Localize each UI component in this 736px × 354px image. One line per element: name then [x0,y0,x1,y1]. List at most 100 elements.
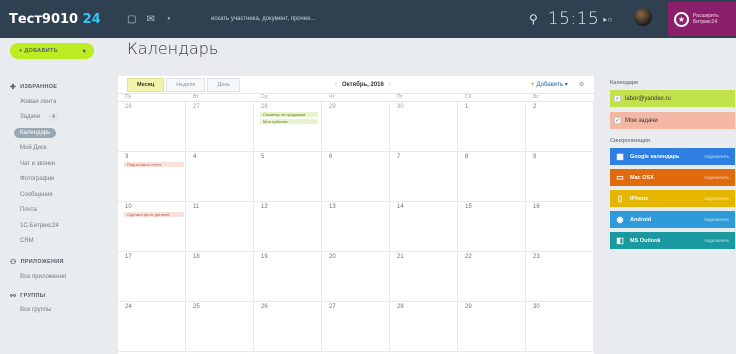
clock-play-icon[interactable]: ▸○ [603,15,612,24]
day-cell[interactable]: 27 [186,102,254,152]
connect-link[interactable]: подключить [704,196,729,201]
day-number: 9 [533,154,537,160]
chevron-left-icon[interactable]: ‹ [335,82,337,88]
day-cell[interactable]: 16 [526,202,594,252]
sidebar-item-chat[interactable]: Чат и звонки [0,156,112,172]
day-cell[interactable]: 30 [390,102,458,152]
day-cell[interactable]: 5 [254,152,322,202]
apps-header[interactable]: ⚇ ПРИЛОЖЕНИЯ [0,255,112,269]
day-number: 30 [533,304,540,310]
day-number: 24 [125,304,132,310]
tab-day[interactable]: День [207,77,241,92]
day-cell[interactable]: 24 [118,302,186,352]
sync-google[interactable]: ▦ Google календарь подключить [610,148,735,165]
calendar-event[interactable]: Сделать фото деталей [124,212,184,217]
sidebar-item-tasks[interactable]: Задачи 4 [0,110,112,126]
day-cell[interactable]: 26 [254,302,322,352]
gear-icon[interactable]: ⚙ [579,81,584,88]
sidebar-item-calendar[interactable]: Календарь [0,125,112,141]
day-cell[interactable]: 17 [118,252,186,302]
day-cell[interactable]: 28 Семинар по продажам Моя событие [254,102,322,152]
connect-link[interactable]: подключить [704,154,729,159]
day-number: 30 [397,104,404,110]
sidebar-item-label: Все приложения [20,273,67,280]
favorites-header[interactable]: ✚ ИЗБРАННОЕ [0,80,112,94]
day-cell[interactable]: 4 [186,152,254,202]
day-cell[interactable]: 3 Подготовить отчет [118,152,186,202]
tab-week[interactable]: Неделя [166,77,206,92]
calendar-event[interactable]: Семинар по продажам [260,112,318,117]
sidebar-item-disk[interactable]: Мой Диск [0,141,112,157]
month-label: Октябрь, 2016 [342,81,384,88]
extend-button[interactable]: ★ Расширить Битрикс24 [668,2,736,36]
sidebar-item-label: Все группы [20,307,52,314]
search-input[interactable]: искать участника, документ, прочее... [211,16,511,22]
day-cell[interactable]: 9 [526,152,594,202]
day-cell[interactable]: 20 [322,252,390,302]
day-cell[interactable]: 25 [186,302,254,352]
weekday-label: Вс [533,94,539,100]
sidebar-item-messages[interactable]: Сообщения [0,187,112,203]
sidebar-item-crm[interactable]: CRM [0,234,112,250]
checkbox[interactable]: ✓ [614,95,621,102]
extend-label: Расширить Битрикс24 [693,13,719,25]
sidebar-item-bitrix[interactable]: 1С-Битрикс24 [0,218,112,234]
bell-icon[interactable]: ◔ [165,14,171,25]
sidebar-item-photos[interactable]: Фотографии [0,172,112,188]
sidebar-item-all-apps[interactable]: Все приложения [0,269,112,285]
day-cell[interactable]: 1 [458,102,526,152]
day-cell[interactable]: 21 [390,252,458,302]
connect-link[interactable]: подключить [704,175,729,180]
day-cell[interactable]: 10 Сделать фото деталей [118,202,186,252]
connect-link[interactable]: подключить [704,217,729,222]
messages-icon[interactable]: ✉ [146,14,154,25]
calendar-item[interactable]: ✓ labor@yandex.ru [610,90,735,107]
sync-android[interactable]: ◉ Android подключить [610,211,735,228]
day-cell[interactable]: 8 [458,152,526,202]
search-icon[interactable]: ⚲ [529,12,538,26]
day-cell[interactable]: 22 [458,252,526,302]
day-cell[interactable]: 14 [390,202,458,252]
day-number: 27 [193,104,200,110]
groups-header[interactable]: ⚯ ГРУППЫ [0,289,112,303]
day-cell[interactable]: 28 [390,302,458,352]
day-cell[interactable]: 19 [254,252,322,302]
calendar-event[interactable]: Моя событие [260,119,318,124]
avatar[interactable] [634,8,652,26]
day-cell[interactable]: 18 [186,252,254,302]
day-cell[interactable]: 12 [254,202,322,252]
plus-icon: + [531,82,535,88]
clock[interactable]: 15:15 [548,9,600,29]
day-cell[interactable]: 11 [186,202,254,252]
sidebar-item-mail[interactable]: Почта [0,203,112,219]
day-cell[interactable]: 6 [322,152,390,202]
connect-link[interactable]: подключить [704,238,729,243]
day-number: 5 [261,154,265,160]
day-cell[interactable]: 7 [390,152,458,202]
add-button[interactable]: + ДОБАВИТЬ ▾ [10,43,94,59]
day-cell[interactable]: 15 [458,202,526,252]
day-cell[interactable]: 26 [118,102,186,152]
day-cell[interactable]: 30 [526,302,594,352]
right-panel: Календари ✓ labor@yandex.ru ✓ Мои задачи С… [600,76,736,354]
add-event-link[interactable]: + Добавить ▾ [531,81,568,88]
day-cell[interactable]: 23 [526,252,594,302]
notifications-icon[interactable]: ▢ [127,14,136,25]
month-selector[interactable]: ‹ Октябрь, 2016 › [330,82,396,88]
sidebar-item-live-feed[interactable]: Живая лента [0,94,112,110]
sync-iphone[interactable]: ▯ iPhone подключить [610,190,735,207]
day-cell[interactable]: 29 [458,302,526,352]
portal-logo[interactable]: Тест9010 24 [9,12,119,27]
calendar-item[interactable]: ✓ Мои задачи [610,112,735,129]
day-cell[interactable]: 2 [526,102,594,152]
calendar-event[interactable]: Подготовить отчет [124,162,184,167]
chevron-right-icon[interactable]: › [389,82,391,88]
tab-month[interactable]: Месяц [127,77,165,92]
sync-mac[interactable]: ▭ Mac OSX подключить [610,169,735,186]
checkbox[interactable]: ✓ [614,117,621,124]
day-cell[interactable]: 29 [322,102,390,152]
day-cell[interactable]: 27 [322,302,390,352]
day-cell[interactable]: 13 [322,202,390,252]
sync-outlook[interactable]: ◧ MS Outlook подключить [610,232,735,249]
sidebar-item-all-groups[interactable]: Все группы [0,303,112,319]
